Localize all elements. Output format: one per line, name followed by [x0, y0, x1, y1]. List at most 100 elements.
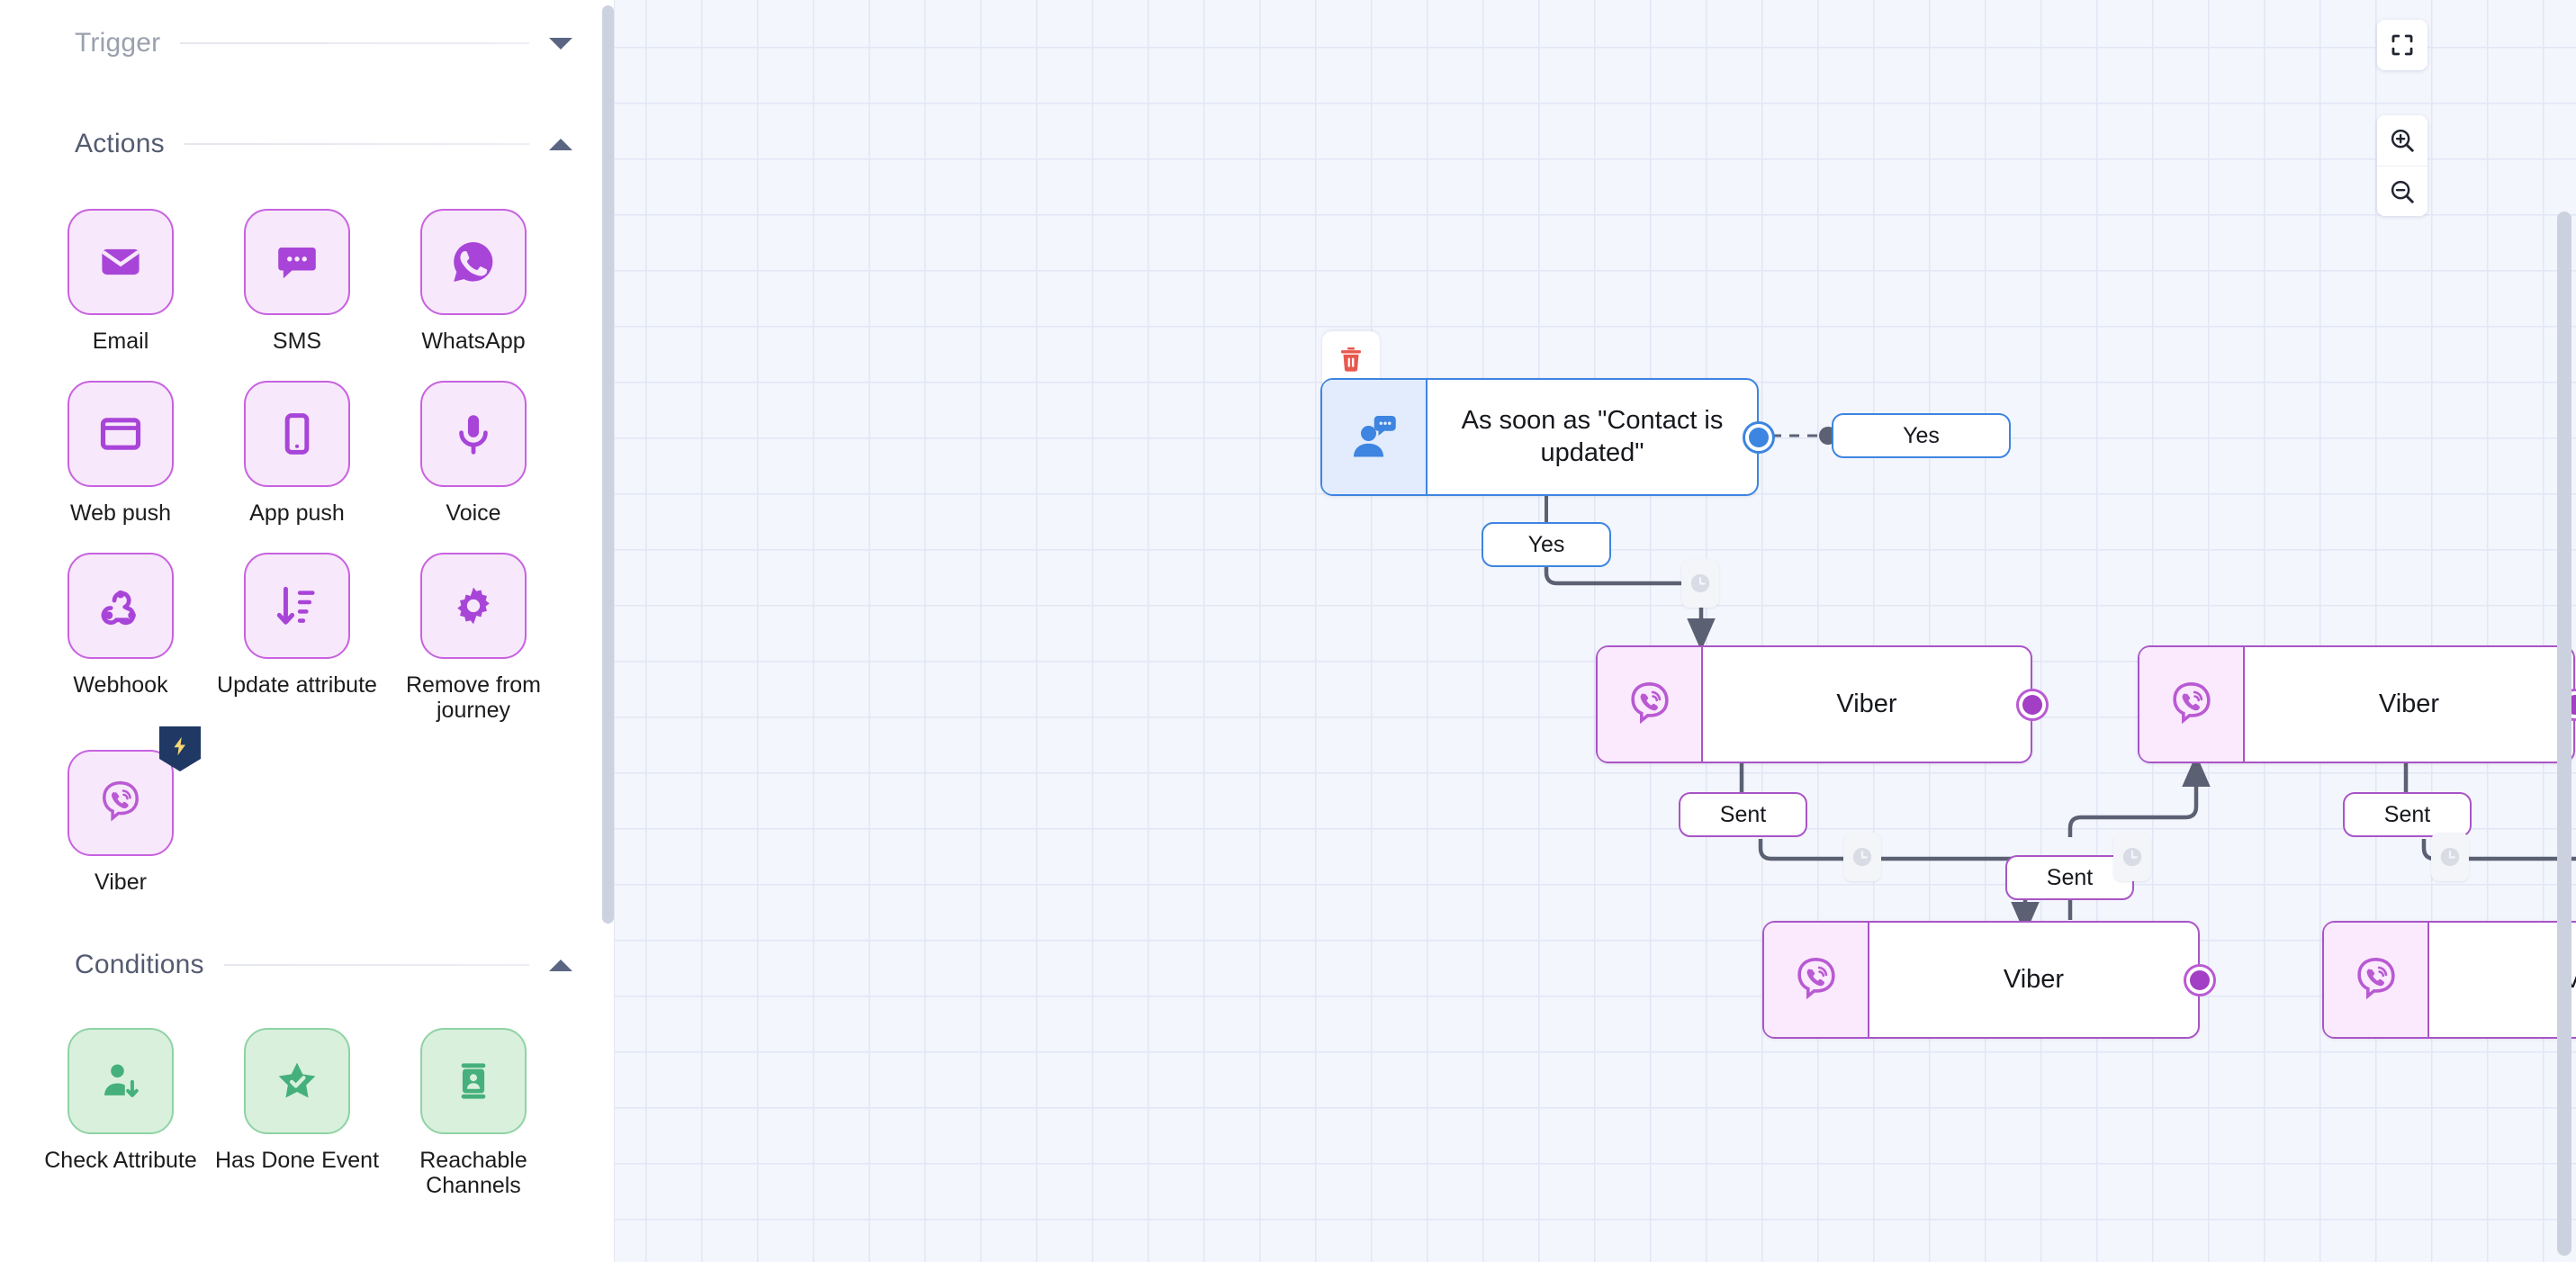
node-title: Viber [1703, 647, 2031, 762]
node-output-port[interactable] [2184, 964, 2216, 996]
delay-chip-3[interactable] [2113, 833, 2151, 881]
section-divider [224, 964, 529, 966]
sidebar-section-actions[interactable]: Actions [0, 121, 614, 167]
tile-label: Reachable Channels [388, 1148, 559, 1198]
viber-icon [2166, 679, 2218, 731]
browser-window-icon [97, 410, 144, 457]
sidebar-item-viber[interactable]: Viber [32, 723, 209, 895]
edge-sent-mid-to-viber2 [2070, 771, 2196, 837]
edge-sent1-to-viber3 [1761, 839, 2025, 918]
node-viber-2[interactable]: Viber [2138, 645, 2575, 763]
fit-view-button[interactable] [2377, 20, 2427, 70]
section-title-conditions: Conditions [75, 950, 204, 980]
sidebar-item-sms[interactable]: SMS [209, 182, 385, 354]
node-icon-slot [2139, 647, 2245, 762]
chevron-up-icon[interactable] [549, 139, 572, 150]
node-title: Viber [2245, 647, 2573, 762]
mobile-phone-icon [274, 410, 320, 457]
sidebar-item-reachable-channels[interactable]: Reachable Channels [385, 1001, 562, 1198]
node-viber-3[interactable]: Viber [1762, 921, 2200, 1039]
edge-label-text: Sent [1720, 802, 1766, 828]
microphone-icon [450, 410, 497, 457]
tile-label: Check Attribute [44, 1148, 197, 1173]
star-check-icon [274, 1058, 320, 1104]
sidebar-item-whatsapp[interactable]: WhatsApp [385, 182, 562, 354]
tile-icon-box [68, 1028, 174, 1134]
fit-view-icon [2390, 32, 2415, 58]
lightning-bolt-badge [159, 726, 201, 771]
clock-icon [2121, 845, 2144, 869]
conditions-tile-grid: Check Attribute Has Done Event [0, 1001, 614, 1198]
section-divider [185, 143, 529, 145]
delay-chip-4[interactable] [2431, 833, 2469, 881]
node-icon-slot [1764, 923, 1869, 1037]
section-divider [180, 42, 529, 44]
edge-label-yes-below[interactable]: Yes [1482, 522, 1611, 567]
sidebar-item-has-done-event[interactable]: Has Done Event [209, 1001, 385, 1198]
sidebar-item-remove-from-journey[interactable]: Remove from journey [385, 526, 562, 723]
gear-icon [450, 582, 497, 629]
edge-layer [615, 0, 2576, 1262]
node-icon-slot [1598, 647, 1703, 762]
zoom-out-button[interactable] [2377, 166, 2427, 216]
zoom-control-group[interactable] [2377, 115, 2427, 216]
tile-icon-box [420, 1028, 527, 1134]
sidebar-item-app-push[interactable]: App push [209, 354, 385, 526]
chevron-down-icon[interactable] [549, 38, 572, 50]
canvas-vertical-scrollbar[interactable] [2557, 212, 2571, 1256]
sidebar-section-conditions[interactable]: Conditions [0, 942, 614, 988]
clock-icon [1851, 845, 1874, 869]
sidebar-item-email[interactable]: Email [32, 182, 209, 354]
sidebar-section-trigger[interactable]: Trigger [0, 20, 614, 67]
sidebar-item-webhook[interactable]: Webhook [32, 526, 209, 723]
section-title-trigger: Trigger [75, 28, 160, 59]
sidebar-content: Trigger Actions Email [0, 20, 614, 1262]
tile-icon-box [244, 553, 350, 659]
webhook-icon [96, 581, 145, 630]
chevron-up-icon[interactable] [549, 960, 572, 971]
contact-updated-icon [1346, 410, 1403, 464]
section-title-actions: Actions [75, 129, 165, 159]
envelope-icon [97, 239, 144, 285]
sidebar-item-web-push[interactable]: Web push [32, 354, 209, 526]
tile-label: Viber [95, 870, 147, 895]
node-trigger-contact-updated[interactable]: As soon as "Contact is updated" [1320, 378, 1759, 496]
node-output-port[interactable] [1743, 421, 1775, 454]
viber-icon [95, 778, 146, 828]
clock-icon [2438, 845, 2462, 869]
edge-label-sent-right[interactable]: Sent [2343, 792, 2472, 837]
sidebar-item-voice[interactable]: Voice [385, 354, 562, 526]
sidebar-item-check-attribute[interactable]: Check Attribute [32, 1001, 209, 1198]
user-download-icon [98, 1059, 143, 1104]
edge-label-yes-right[interactable]: Yes [1832, 413, 2011, 458]
node-viber-1[interactable]: Viber [1596, 645, 2032, 763]
tile-icon-box [68, 750, 174, 856]
chat-bubble-dots-icon [274, 239, 320, 285]
tile-label: Webhook [73, 672, 167, 698]
edge-label-text: Yes [1528, 532, 1565, 558]
fit-view-control[interactable] [2377, 20, 2427, 70]
tile-icon-box [68, 381, 174, 487]
edge-label-sent-left[interactable]: Sent [1679, 792, 1807, 837]
tile-label: App push [249, 500, 345, 526]
tile-icon-box [244, 209, 350, 315]
delay-chip-1[interactable] [1681, 559, 1719, 608]
viber-icon [1624, 679, 1676, 731]
node-output-port[interactable] [2016, 689, 2049, 721]
tile-icon-box [420, 381, 527, 487]
tile-label: Voice [446, 500, 500, 526]
sidebar-item-update-attribute[interactable]: Update attribute [209, 526, 385, 723]
journey-canvas[interactable]: As soon as "Contact is updated" Yes Yes [615, 0, 2576, 1262]
delay-chip-2[interactable] [1843, 833, 1881, 881]
trash-icon [1336, 344, 1366, 374]
zoom-out-icon [2389, 178, 2416, 205]
tile-label: WhatsApp [421, 329, 525, 354]
tile-icon-box [244, 1028, 350, 1134]
edge-label-text: Sent [2047, 865, 2093, 891]
contact-card-icon [451, 1059, 496, 1104]
sort-descending-icon [274, 582, 320, 629]
sidebar-scrollbar[interactable] [602, 5, 614, 924]
node-viber-4[interactable]: Viber [2322, 921, 2576, 1039]
zoom-in-button[interactable] [2377, 115, 2427, 166]
zoom-in-icon [2389, 127, 2416, 154]
